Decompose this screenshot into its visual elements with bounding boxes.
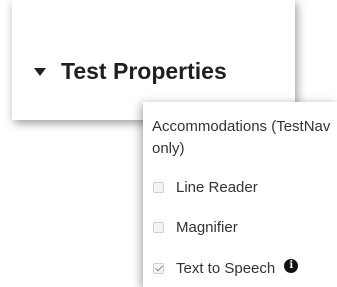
option-label: Magnifier — [176, 218, 238, 236]
section-title: Test Properties — [61, 57, 227, 84]
option-text-to-speech[interactable]: Text to Speech i — [153, 258, 299, 278]
popover-title: Accommodations (TestNav only) — [152, 118, 331, 157]
text-to-speech-checkbox[interactable] — [153, 262, 164, 274]
line-reader-checkbox[interactable] — [153, 181, 164, 193]
option-label: Line Reader — [176, 178, 258, 196]
info-icon[interactable]: i — [284, 259, 299, 273]
magnifier-checkbox[interactable] — [153, 221, 164, 233]
option-label: Text to Speech — [176, 259, 276, 277]
option-magnifier[interactable]: Magnifier — [153, 217, 238, 237]
test-properties-header[interactable]: Test Properties — [34, 56, 227, 86]
caret-down-icon[interactable] — [34, 67, 46, 76]
option-line-reader[interactable]: Line Reader — [153, 177, 258, 197]
accommodations-popover: Accommodations (TestNav only) Line Reade… — [143, 102, 337, 287]
